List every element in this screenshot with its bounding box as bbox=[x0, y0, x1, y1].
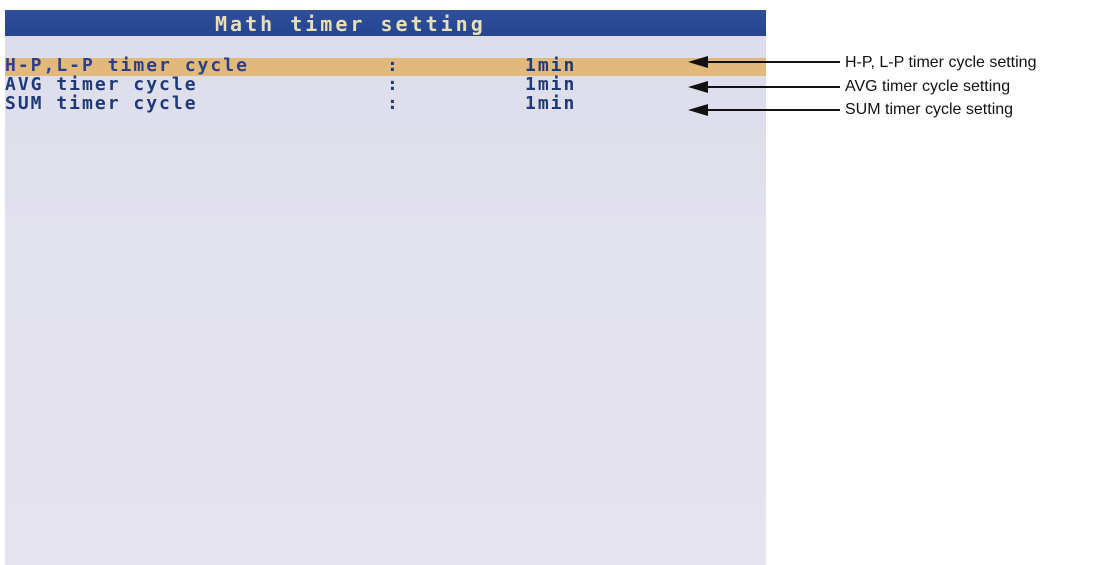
setting-row-sum[interactable]: SUM timer cycle : 1min bbox=[5, 93, 766, 114]
setting-value[interactable]: 1min bbox=[525, 93, 576, 114]
figure: Math timer setting H-P,L-P timer cycle :… bbox=[0, 0, 1102, 565]
setting-label: AVG timer cycle bbox=[5, 74, 198, 95]
setting-label: SUM timer cycle bbox=[5, 93, 198, 114]
setting-separator: : bbox=[387, 93, 398, 114]
setting-separator: : bbox=[387, 74, 398, 95]
title-bar: Math timer setting bbox=[5, 10, 766, 36]
annotation-sum: SUM timer cycle setting bbox=[845, 101, 1014, 118]
setting-label: H-P,L-P timer cycle bbox=[5, 55, 249, 76]
setting-value[interactable]: 1min bbox=[525, 55, 576, 76]
display-screen: Math timer setting H-P,L-P timer cycle :… bbox=[5, 10, 766, 565]
setting-value[interactable]: 1min bbox=[525, 74, 576, 95]
annotation-hp-lp: H-P, L-P timer cycle setting bbox=[845, 54, 1037, 71]
setting-separator: : bbox=[387, 55, 398, 76]
annotation-avg: AVG timer cycle setting bbox=[845, 78, 1011, 95]
screen-title: Math timer setting bbox=[215, 12, 486, 36]
